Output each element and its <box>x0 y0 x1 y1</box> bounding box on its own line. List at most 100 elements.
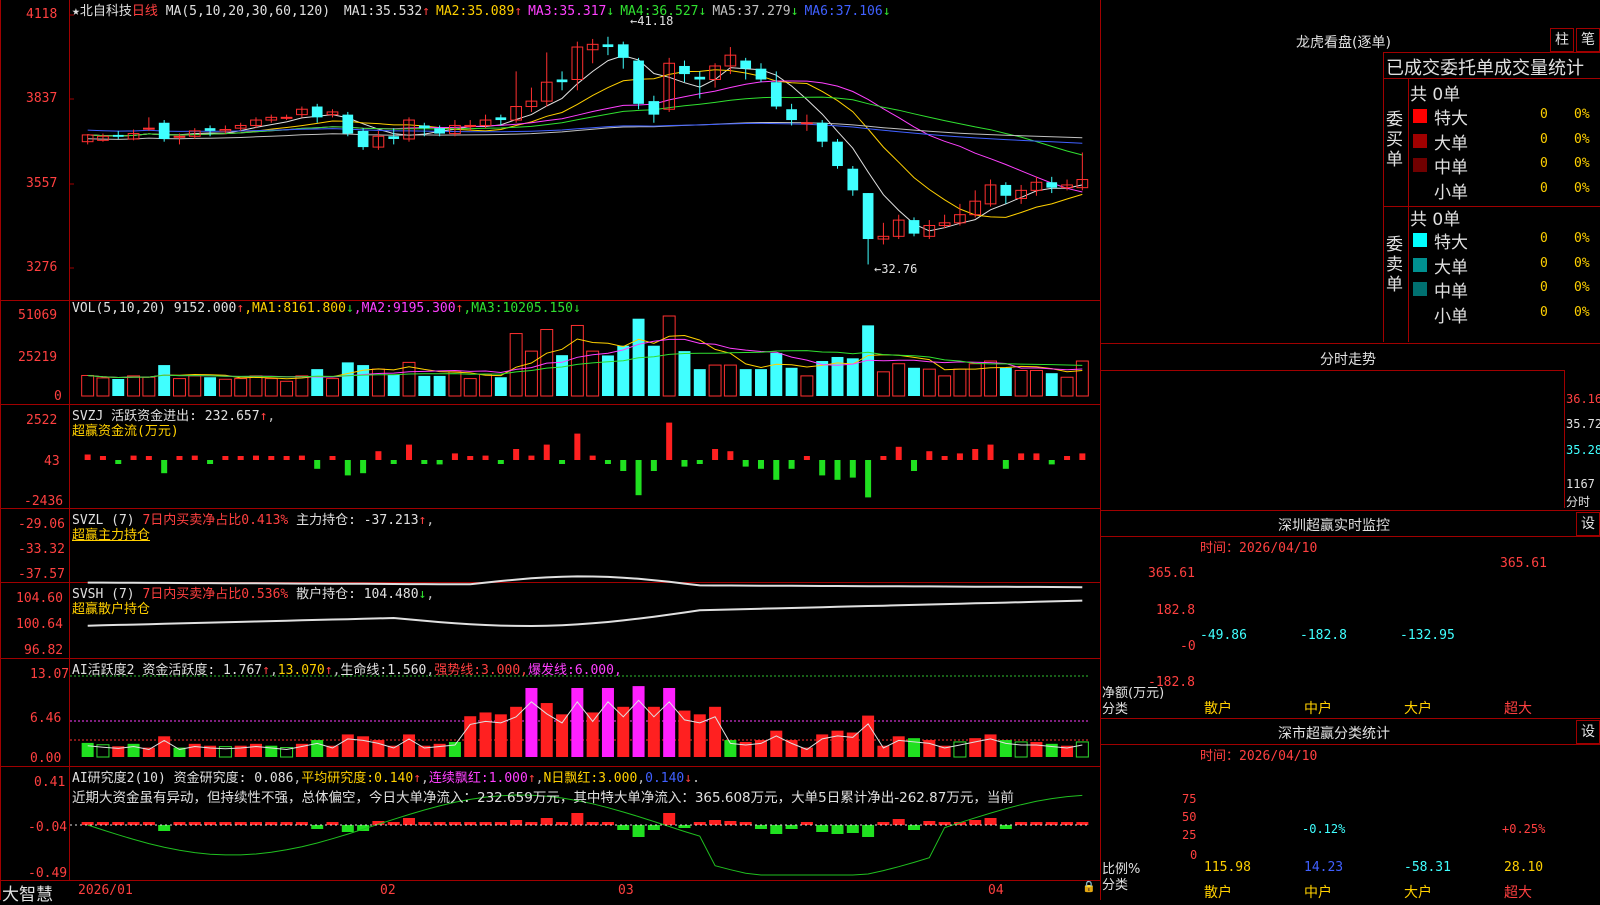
ma-arrow: ↓ <box>790 4 799 19</box>
ma-label: MA3: <box>528 4 560 19</box>
lock-icon[interactable]: 🔒 <box>1082 880 1096 893</box>
fund-flow-bar <box>926 451 933 460</box>
favorite-star-icon[interactable]: ★ <box>72 4 80 19</box>
classify-title: 深市超赢分类统计 <box>1278 726 1390 742</box>
candle-body <box>173 135 186 138</box>
volume-bar <box>311 369 324 396</box>
research-bar <box>831 825 844 834</box>
ai-active-tick: 13.07 <box>30 667 70 682</box>
classify-value-0: 115.98 <box>1204 860 1251 875</box>
intraday-border <box>1564 370 1565 508</box>
classify-tick: 25 <box>1182 828 1197 842</box>
fund-flow-bar <box>543 444 550 460</box>
research-line <box>87 794 1083 876</box>
volume-bar <box>739 369 752 396</box>
cont-red-value: 1.000 <box>488 771 528 786</box>
fund-flow-bar <box>650 460 657 471</box>
vol-ma-label: MA2: <box>361 301 393 316</box>
tick-mode-button[interactable]: 笔 <box>1576 28 1600 52</box>
monitor-tick: -0 <box>1180 639 1196 654</box>
fund-flow-bar <box>620 460 627 471</box>
vol-ma-values: ,MA1:8161.800↓,MA2:9195.300↑,MA3:10205.1… <box>244 301 581 316</box>
svzj-tick: -2436 <box>24 494 64 509</box>
classify-settings-button[interactable]: 设 <box>1576 720 1600 744</box>
activity-bar <box>357 736 370 757</box>
activity-bar <box>341 734 354 757</box>
svzj-tick: 2522 <box>26 413 58 428</box>
fund-flow-bar <box>528 455 535 460</box>
volume-bar <box>1075 360 1089 397</box>
ma-label: MA2: <box>436 4 468 19</box>
candle-body <box>342 114 354 134</box>
classify-cat-1: 中户 <box>1304 885 1332 901</box>
svzj-value: 232.657 <box>204 409 260 424</box>
ai-research-name: 资金研究度: <box>173 771 247 786</box>
ma-line-4 <box>87 96 1083 156</box>
volume-bar <box>770 352 783 396</box>
intraday-title: 分时走势 <box>1320 352 1376 368</box>
volume-bar <box>448 371 462 397</box>
sell-total: 共 0单 <box>1410 210 1461 230</box>
order-count: 0 <box>1540 255 1548 271</box>
svsh-tick: 96.82 <box>24 643 64 658</box>
research-bar <box>908 825 921 830</box>
ai-active-header: AI活跃度2 资金活跃度: 1.767↑,13.070↑,生命线:1.560,强… <box>72 663 622 678</box>
research-bar <box>601 822 614 825</box>
svsh-tick: 100.64 <box>16 617 63 632</box>
order-count: 0 <box>1540 231 1548 246</box>
candle-body <box>816 122 828 142</box>
research-bar <box>403 818 416 825</box>
nday-red-value: 3.000 <box>598 771 638 786</box>
vol-ma-2: ,MA2:9195.300↑ <box>353 301 464 316</box>
ma-arrow: ↑ <box>514 4 523 19</box>
ai-active-label: AI活跃度2 <box>72 663 135 678</box>
order-count: 0 <box>1540 131 1548 147</box>
legend-swatch <box>1413 158 1427 172</box>
ai-research-tick: -0.49 <box>28 866 68 881</box>
ai-active-v2: 13.070 <box>277 663 325 678</box>
brand-logo[interactable]: 大智慧 <box>2 880 53 905</box>
fund-flow-bar <box>559 460 566 464</box>
svsh-tick: 104.60 <box>16 591 63 606</box>
fund-flow-bar <box>911 460 918 471</box>
volume-bar <box>264 378 278 397</box>
intraday-border <box>1100 370 1565 371</box>
ai-research-tick: 0.41 <box>34 775 66 790</box>
research-bar <box>540 818 553 825</box>
fund-flow-bar <box>635 460 642 496</box>
order-type: 小单 <box>1434 306 1468 327</box>
volume-bar <box>81 374 95 397</box>
volume-bar <box>1060 376 1074 397</box>
activity-bar <box>571 687 584 757</box>
activity-bar <box>663 687 676 757</box>
ai-research-value: 0.086 <box>254 771 294 786</box>
classify-cat-0: 散户 <box>1204 885 1232 901</box>
life-line-label: 生命线: <box>340 663 388 678</box>
bar-mode-button[interactable]: 柱 <box>1550 28 1574 52</box>
fund-flow-bar <box>145 456 152 460</box>
candle-body <box>847 168 859 191</box>
svzl-tick: -37.57 <box>18 567 65 582</box>
ma-number: 35.089 <box>467 4 515 19</box>
order-pct: 0% <box>1574 107 1590 122</box>
avg-research-label: 平均研究度: <box>301 771 375 786</box>
fund-flow-bar <box>773 460 780 480</box>
buy-order-label: 委买单 <box>1386 110 1403 170</box>
monitor-title: 深圳超赢实时监控 <box>1278 518 1390 534</box>
retail-position-line <box>87 599 1083 628</box>
fund-flow-bar <box>1033 453 1040 460</box>
ma-value-1: MA1:35.532↑ <box>344 4 430 19</box>
monitor-settings-button[interactable]: 设 <box>1576 512 1600 536</box>
fund-flow-bar <box>252 455 259 460</box>
research-bar <box>142 822 155 825</box>
candle-body <box>112 134 124 137</box>
activity-bar <box>479 712 492 757</box>
monitor-tick: 182.8 <box>1156 603 1196 618</box>
activity-bar <box>846 732 859 757</box>
period-label[interactable]: 日线 <box>132 4 158 19</box>
intraday-vol-label: 分时 <box>1566 495 1591 509</box>
candle-body <box>204 128 216 131</box>
date-tick: 03 <box>618 883 634 898</box>
candle-body <box>1046 182 1058 188</box>
main-chart-canvas[interactable] <box>0 0 1100 900</box>
